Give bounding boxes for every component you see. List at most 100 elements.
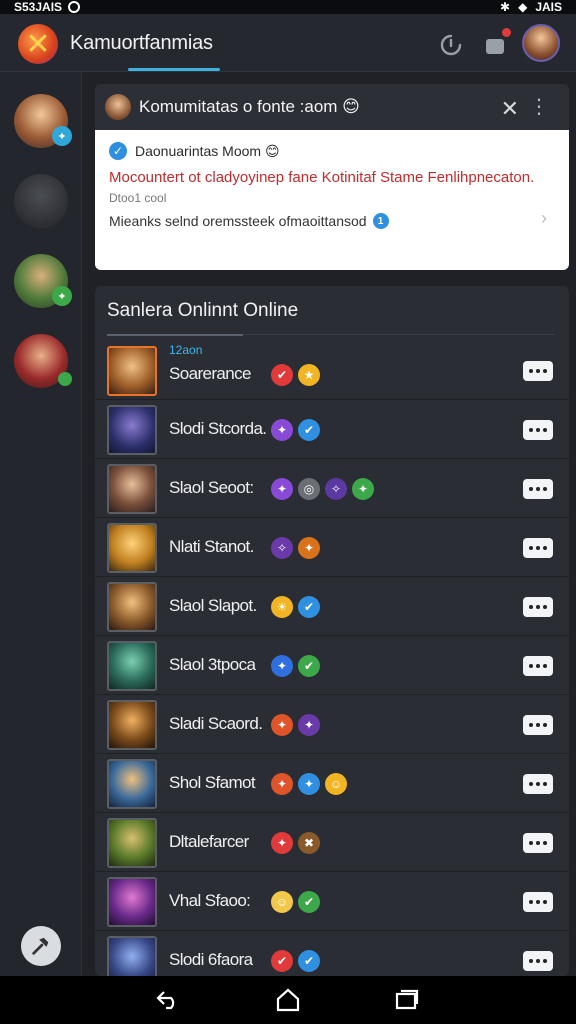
more-vertical-icon[interactable]: ⋮ (529, 94, 549, 119)
player-avatar[interactable] (107, 582, 157, 632)
dot-icon (536, 782, 540, 786)
badge-icon: ✔ (298, 596, 320, 618)
badge-icon: ✔ (271, 364, 293, 386)
player-badges: ✦ ✦ (271, 714, 320, 736)
badge-icon: ✔ (298, 419, 320, 441)
player-row[interactable]: Shol Sfamot ✦ ✦ ☺ (95, 755, 569, 813)
dot-icon (529, 723, 533, 727)
more-options-button[interactable] (523, 361, 553, 381)
more-options-button[interactable] (523, 597, 553, 617)
dot-icon (543, 841, 547, 845)
player-avatar[interactable] (107, 641, 157, 691)
player-row[interactable]: Sladi Scaord. ✦ ✦ (95, 696, 569, 754)
player-avatar[interactable] (107, 877, 157, 927)
dot-icon (536, 900, 540, 904)
count-badge: 1 (372, 213, 389, 229)
badge-icon: ✦ (298, 714, 320, 736)
badge-icon: ☺ (271, 891, 293, 913)
more-options-button[interactable] (523, 892, 553, 912)
dot-icon (543, 723, 547, 727)
dot-icon (536, 605, 540, 609)
more-options-button[interactable] (523, 538, 553, 558)
dot-icon (543, 487, 547, 491)
player-row[interactable]: Slodi 6faora ✔ ✔ (95, 932, 569, 976)
player-name: Slaol 3tpoca (169, 655, 256, 674)
player-avatar[interactable] (107, 936, 157, 976)
player-name: Slaol Seoot: (169, 478, 254, 497)
dot-icon (543, 605, 547, 609)
dot-icon (543, 369, 547, 373)
home-icon[interactable] (273, 985, 303, 1015)
refresh-icon[interactable] (438, 32, 464, 58)
player-avatar[interactable] (107, 759, 157, 809)
player-row[interactable]: Slaol 3tpoca ✦ ✔ (95, 637, 569, 695)
dot-icon (529, 487, 533, 491)
community-message[interactable]: ✓ Daonuarintas Moom 😊 Mocountert ot clad… (95, 130, 569, 270)
player-avatar[interactable] (107, 346, 157, 396)
dot-icon (536, 959, 540, 963)
app-logo[interactable]: ✕ (18, 24, 58, 64)
more-options-button[interactable] (523, 774, 553, 794)
dot-icon (529, 664, 533, 668)
player-row[interactable]: Nlati Stanot. ✧ ✦ (95, 519, 569, 577)
player-row[interactable]: Slaol Slapot. ☀ ✔ (95, 578, 569, 636)
profile-avatar[interactable] (522, 24, 560, 62)
badge-icon: ✦ (271, 832, 293, 854)
message-meta: Dtoo1 cool (109, 191, 167, 205)
notification-icon[interactable] (482, 28, 511, 58)
badge-icon: ✦ (271, 419, 293, 441)
dot-icon (536, 428, 540, 432)
player-status: 12aon (169, 343, 203, 357)
more-options-button[interactable] (523, 420, 553, 440)
rail-badge-icon: ✦ (52, 286, 72, 306)
player-avatar[interactable] (107, 523, 157, 573)
rail-avatar-1[interactable]: ✦ (14, 94, 72, 148)
rail-avatar-2[interactable] (14, 174, 68, 228)
more-options-button[interactable] (523, 656, 553, 676)
sync-icon (68, 1, 81, 13)
close-icon[interactable]: ✕ (501, 96, 519, 122)
badge-icon: ✦ (271, 714, 293, 736)
player-badges: ✦ ✖ (271, 832, 320, 854)
player-row[interactable]: Slodi Stcorda. ✦ ✔ (95, 401, 569, 459)
dot-icon (536, 487, 540, 491)
dot-icon (529, 369, 533, 373)
badge-icon: ✦ (352, 478, 374, 500)
more-options-button[interactable] (523, 479, 553, 499)
message-alert: Mocountert ot cladyoyinep fane Kotinitaf… (109, 169, 535, 186)
chevron-right-icon[interactable]: › (541, 208, 547, 229)
active-tab-indicator (128, 68, 220, 71)
more-options-button[interactable] (523, 951, 553, 971)
rail-avatar-3[interactable]: ✦ (14, 254, 72, 308)
player-avatar[interactable] (107, 464, 157, 514)
more-options-button[interactable] (523, 833, 553, 853)
online-title: Sanlera Onlinnt Online (107, 300, 299, 321)
hammer-icon[interactable] (21, 926, 61, 966)
player-row[interactable]: Vhal Sfaoo: ☺ ✔ (95, 873, 569, 931)
player-row[interactable]: Slaol Seoot: ✦ ◎ ✧ ✦ (95, 460, 569, 518)
message-footer: Mieanks selnd oremssteek ofmaoittansod (109, 213, 367, 229)
player-avatar[interactable] (107, 700, 157, 750)
player-name: Slodi Stcorda. (169, 419, 267, 438)
player-name: Dltalefarcer (169, 832, 249, 851)
badge-icon: ☺ (325, 773, 347, 795)
player-row[interactable]: 12aon Soarerance ✔ ★ (95, 342, 569, 400)
player-badges: ✦ ◎ ✧ ✦ (271, 478, 374, 500)
player-name: Slodi 6faora (169, 950, 253, 969)
rail-avatar-4[interactable] (14, 334, 72, 388)
player-name: Soarerance (169, 364, 251, 383)
player-avatar[interactable] (107, 818, 157, 868)
recents-icon[interactable] (392, 985, 422, 1015)
player-row[interactable]: Dltalefarcer ✦ ✖ (95, 814, 569, 872)
back-icon[interactable] (154, 985, 184, 1015)
status-bar: S53JAIS ✱ ◆ JAIS (0, 0, 576, 14)
notification-badge (502, 28, 511, 37)
dot-icon (529, 546, 533, 550)
dot-icon (543, 782, 547, 786)
more-options-button[interactable] (523, 715, 553, 735)
dot-icon (536, 369, 540, 373)
player-badges: ✧ ✦ (271, 537, 320, 559)
wifi-icon: ◆ (518, 0, 528, 14)
online-card: Sanlera Onlinnt Online 12aon Soarerance ✔ ★… (95, 286, 569, 976)
player-avatar[interactable] (107, 405, 157, 455)
